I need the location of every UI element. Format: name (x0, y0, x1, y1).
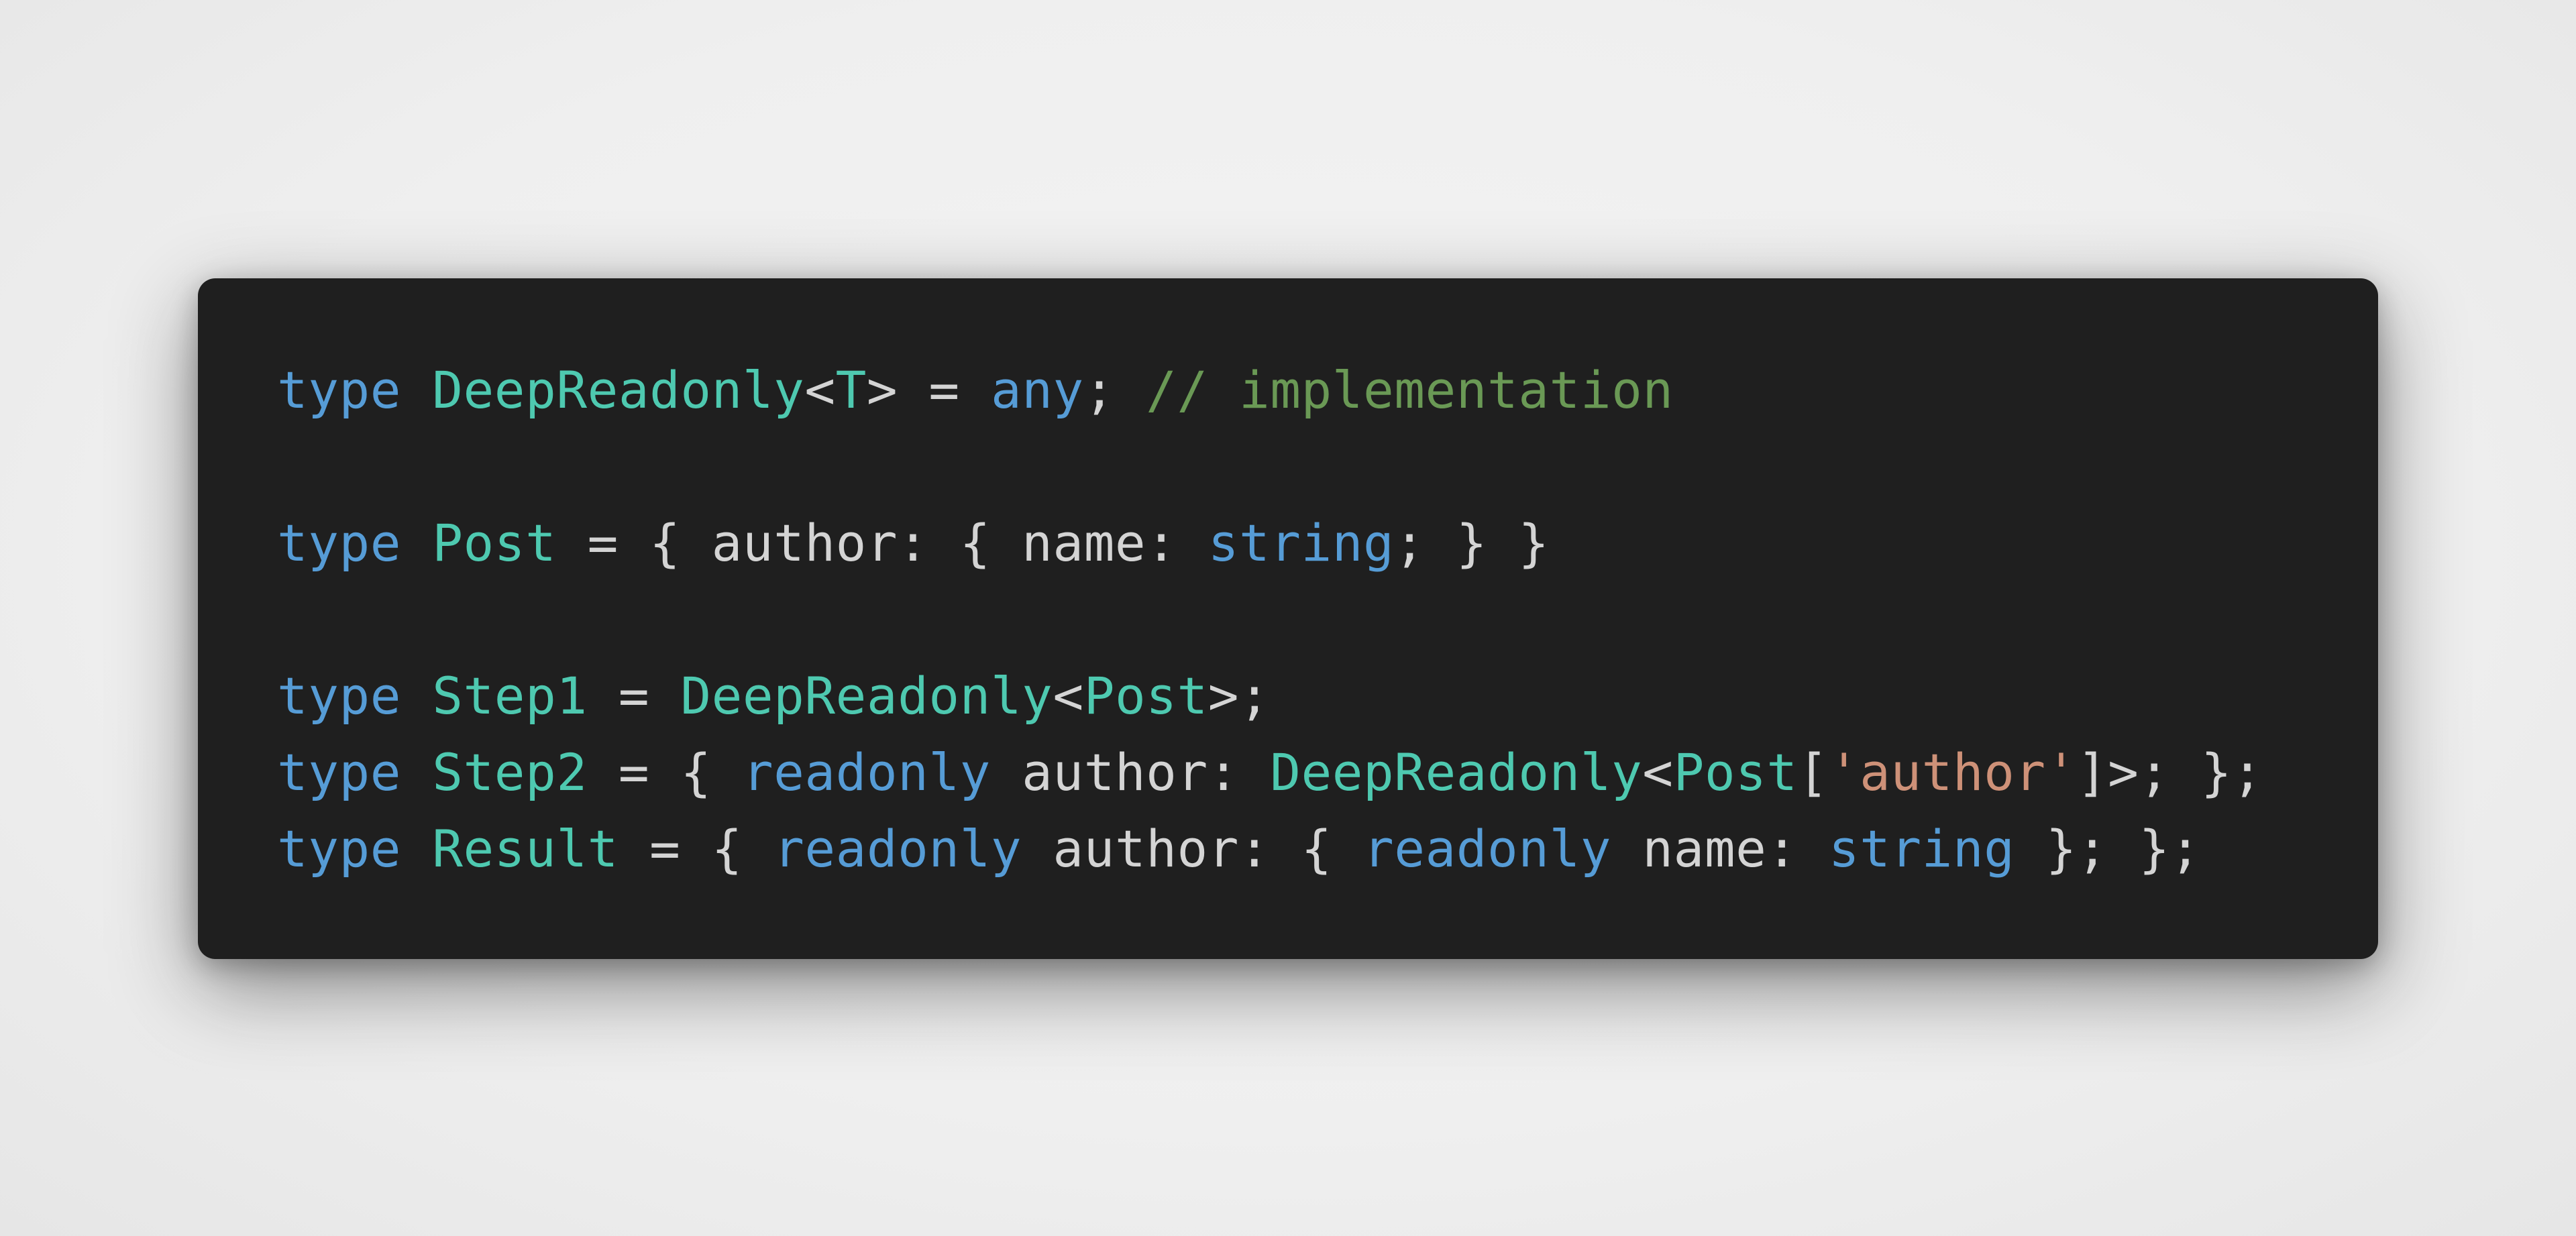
type-token: DeepReadonly (680, 666, 1053, 726)
plain-token: < (804, 360, 836, 420)
plain-token: < (1642, 742, 1674, 802)
plain-token: = (587, 666, 681, 726)
keyword-token: type (277, 360, 402, 420)
code-line: type DeepReadonly<T> = any; // implement… (277, 352, 2263, 429)
keyword-token: string (1828, 819, 2015, 879)
plain-token: author: { (1022, 819, 1363, 879)
keyword-token: any (990, 360, 1084, 420)
plain-token: = { (587, 742, 743, 802)
keyword-token: type (277, 513, 402, 573)
plain-token: >; (1208, 666, 1271, 726)
keyword-token: type (277, 666, 402, 726)
plain-token: > = (866, 360, 991, 420)
type-token: DeepReadonly (1270, 742, 1643, 802)
plain-token: = { (618, 819, 774, 879)
plain-token: name: (1611, 819, 1829, 879)
code-line: type Step2 = { readonly author: DeepRead… (277, 734, 2263, 811)
comment-token: // implementation (1146, 360, 1674, 420)
code-line: type Step1 = DeepReadonly<Post>; (277, 658, 2263, 734)
plain-token: = { author: { name: (556, 513, 1208, 573)
keyword-token: readonly (1363, 819, 1612, 879)
type-token: Result (432, 819, 619, 879)
code-snippet-card: type DeepReadonly<T> = any; // implement… (198, 278, 2378, 959)
type-token: Post (1083, 666, 1208, 726)
string-token: 'author' (1828, 742, 2077, 802)
code-line: type Post = { author: { name: string; } … (277, 505, 2263, 581)
plain-token: ; } } (1394, 513, 1550, 573)
keyword-token: string (1208, 513, 1395, 573)
plain-token: }; }; (2015, 819, 2201, 879)
code-block: type DeepReadonly<T> = any; // implement… (277, 352, 2263, 887)
plain-token: ; (1083, 360, 1146, 420)
type-token: Step1 (432, 666, 588, 726)
type-token: DeepReadonly (432, 360, 805, 420)
type-token: T (835, 360, 867, 420)
type-token: Step2 (432, 742, 588, 802)
plain-token: ]>; }; (2076, 742, 2263, 802)
keyword-token: readonly (742, 742, 991, 802)
plain-token: author: (990, 742, 1271, 802)
code-line: type Result = { readonly author: { reado… (277, 811, 2263, 887)
plain-token: [ (1797, 742, 1829, 802)
plain-token: < (1053, 666, 1084, 726)
keyword-token: type (277, 742, 402, 802)
keyword-token: type (277, 819, 402, 879)
keyword-token: readonly (773, 819, 1022, 879)
type-token: Post (1673, 742, 1798, 802)
type-token: Post (432, 513, 557, 573)
